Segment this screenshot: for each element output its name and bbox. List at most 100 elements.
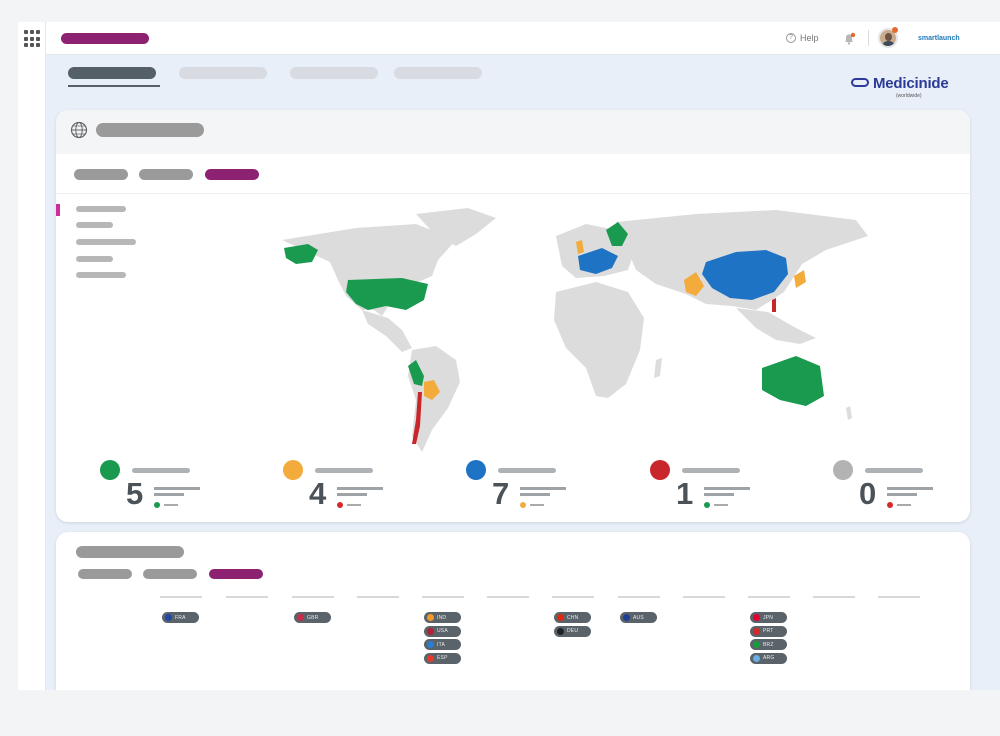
stat-label-placeholder — [132, 468, 190, 473]
stat-subline — [520, 487, 566, 490]
stat-value: 5 — [126, 476, 144, 511]
flag-icon — [557, 614, 564, 621]
country-chip[interactable]: ESP — [424, 652, 461, 664]
country-code: CHN — [567, 614, 579, 621]
country-chip[interactable]: JPN — [750, 612, 787, 623]
map-madagascar[interactable] — [654, 358, 662, 378]
stat-card-amber[interactable]: 4 — [283, 460, 413, 516]
top-bar: ? Help smartlaunch — [46, 22, 1000, 55]
stat-value: 0 — [859, 476, 877, 511]
map-alaska-canada-green[interactable] — [284, 244, 318, 264]
country-chip[interactable]: GBR — [294, 612, 331, 623]
flag-icon — [297, 614, 304, 621]
flag-icon — [753, 614, 760, 621]
map-philippines[interactable] — [772, 298, 776, 312]
brand-logo-name: Medicinide — [873, 75, 949, 92]
tab-4[interactable] — [394, 67, 482, 79]
column-header-placeholder — [748, 596, 790, 598]
filter-chip-1[interactable] — [74, 169, 128, 180]
stat-value: 7 — [492, 476, 510, 511]
card-title-placeholder — [76, 546, 184, 558]
filter-chip-active[interactable] — [209, 569, 263, 579]
tab-2[interactable] — [179, 67, 267, 79]
card-divider — [56, 193, 970, 194]
flag-icon — [557, 627, 564, 635]
flag-icon — [165, 614, 172, 621]
stat-subline — [154, 493, 184, 496]
world-landmass — [282, 208, 868, 452]
stat-subline — [887, 487, 933, 490]
globe-icon — [70, 121, 88, 139]
stat-label-placeholder — [682, 468, 740, 473]
map-southeast-asia[interactable] — [736, 308, 816, 344]
trend-text-placeholder — [714, 504, 728, 506]
country-chip[interactable]: ARG — [750, 652, 787, 664]
card-title-placeholder — [96, 123, 204, 137]
flag-icon — [623, 614, 630, 621]
map-australia[interactable] — [762, 356, 824, 406]
column-header-placeholder — [552, 596, 594, 598]
country-chip[interactable]: USA — [424, 625, 461, 637]
stat-subline — [704, 487, 750, 490]
status-dot — [100, 460, 120, 480]
country-code: ITA — [437, 641, 446, 648]
tab-3[interactable] — [290, 67, 378, 79]
apps-grid-icon[interactable] — [24, 30, 42, 48]
flag-icon — [427, 627, 434, 635]
brand-logo-sub: (worldwide) — [896, 93, 922, 99]
world-map[interactable] — [56, 200, 970, 460]
main-content: Medicinide (worldwide) 5 4 7 1 0 FRA GBR… — [46, 55, 1000, 690]
country-chip[interactable]: IND — [424, 612, 461, 623]
stat-card-grey[interactable]: 0 — [833, 460, 963, 516]
map-new-zealand[interactable] — [846, 406, 852, 420]
country-code: ESP — [437, 655, 448, 661]
app-window: ? Help smartlaunch Medicinide (worldwide… — [18, 22, 1000, 690]
trend-indicator — [887, 502, 893, 508]
country-chip[interactable]: DEU — [554, 625, 591, 637]
stat-card-blue[interactable]: 7 — [466, 460, 596, 516]
card-header — [56, 110, 970, 154]
country-code: USA — [437, 628, 448, 634]
map-central-america[interactable] — [362, 310, 412, 352]
trend-indicator — [337, 502, 343, 508]
filter-chip-active[interactable] — [205, 169, 259, 180]
left-rail — [18, 22, 46, 690]
country-chip[interactable]: BRZ — [750, 639, 787, 650]
flag-icon — [427, 614, 434, 621]
country-chip[interactable]: ITA — [424, 639, 461, 650]
notification-bell-icon[interactable] — [841, 31, 857, 47]
stat-subline — [337, 487, 383, 490]
status-dot — [833, 460, 853, 480]
country-chip[interactable]: PRT — [750, 625, 787, 637]
column-header-placeholder — [357, 596, 399, 598]
trend-indicator — [704, 502, 710, 508]
column-header-placeholder — [813, 596, 855, 598]
column-header-placeholder — [683, 596, 725, 598]
flag-icon — [753, 654, 760, 662]
stat-card-red[interactable]: 1 — [650, 460, 780, 516]
trend-indicator — [520, 502, 526, 508]
flag-icon — [753, 641, 760, 648]
status-dot — [466, 460, 486, 480]
filter-chip-2[interactable] — [143, 569, 197, 579]
column-header-placeholder — [618, 596, 660, 598]
country-code: ARG — [763, 655, 775, 661]
filter-chip-2[interactable] — [139, 169, 193, 180]
active-tab-underline — [68, 85, 160, 87]
country-chip[interactable]: FRA — [162, 612, 199, 623]
filter-chip-1[interactable] — [78, 569, 132, 579]
country-chip[interactable]: CHN — [554, 612, 591, 623]
stat-card-green[interactable]: 5 — [100, 460, 230, 516]
flag-icon — [427, 654, 434, 662]
smartlaunch-logo: smartlaunch — [918, 35, 960, 42]
stat-subline — [520, 493, 550, 496]
help-link[interactable]: ? Help — [786, 33, 819, 43]
map-africa[interactable] — [554, 282, 644, 398]
tab-active[interactable] — [68, 67, 156, 79]
help-icon: ? — [786, 33, 796, 43]
stat-label-placeholder — [498, 468, 556, 473]
stat-value: 1 — [676, 476, 694, 511]
column-header-placeholder — [160, 596, 202, 598]
stat-label-placeholder — [315, 468, 373, 473]
country-chip[interactable]: AUS — [620, 612, 657, 623]
